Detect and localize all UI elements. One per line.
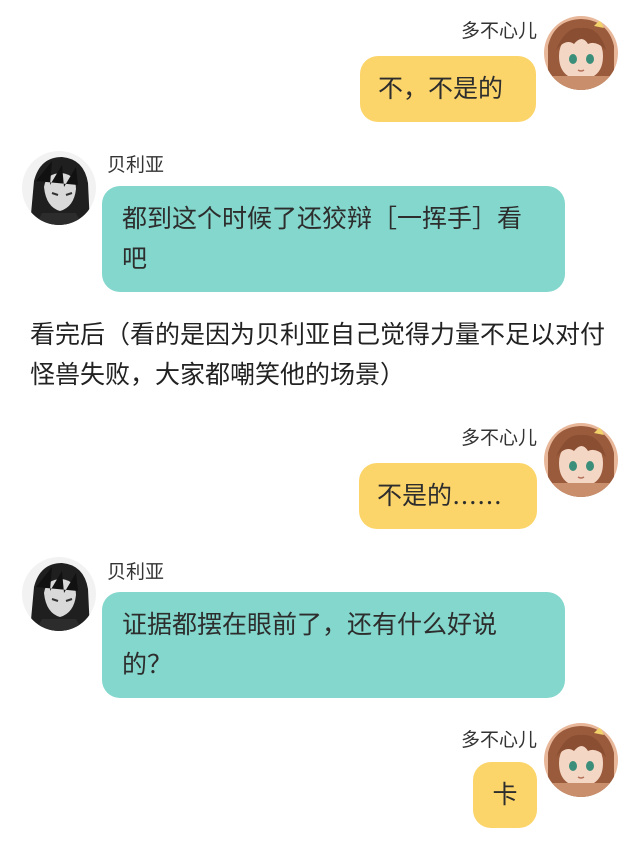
- dark-character-avatar-icon[interactable]: [22, 151, 96, 225]
- sender-name: 多不心儿: [460, 20, 537, 42]
- chat-bubble: 不，不是的: [360, 56, 536, 122]
- sender-name: 多不心儿: [460, 427, 537, 449]
- sender-name: 贝利亚: [107, 561, 165, 583]
- chat-bubble: 卡: [473, 762, 537, 828]
- sender-name: 多不心儿: [460, 729, 537, 751]
- chat-bubble: 证据都摆在眼前了，还有什么好说的？: [102, 592, 565, 698]
- narration-text: 看完后（看的是因为贝利亚自己觉得力量不足以对付怪兽失败，大家都嘲笑他的场景）: [30, 320, 606, 389]
- girl-avatar-icon[interactable]: [544, 423, 618, 497]
- girl-avatar-icon[interactable]: [544, 16, 618, 90]
- girl-avatar-icon[interactable]: [544, 723, 618, 797]
- chat-bubble: 都到这个时候了还狡辩［一挥手］看吧: [102, 186, 565, 292]
- dark-character-avatar-icon[interactable]: [22, 557, 96, 631]
- sender-name: 贝利亚: [107, 154, 165, 176]
- chat-bubble: 不是的……: [359, 463, 537, 529]
